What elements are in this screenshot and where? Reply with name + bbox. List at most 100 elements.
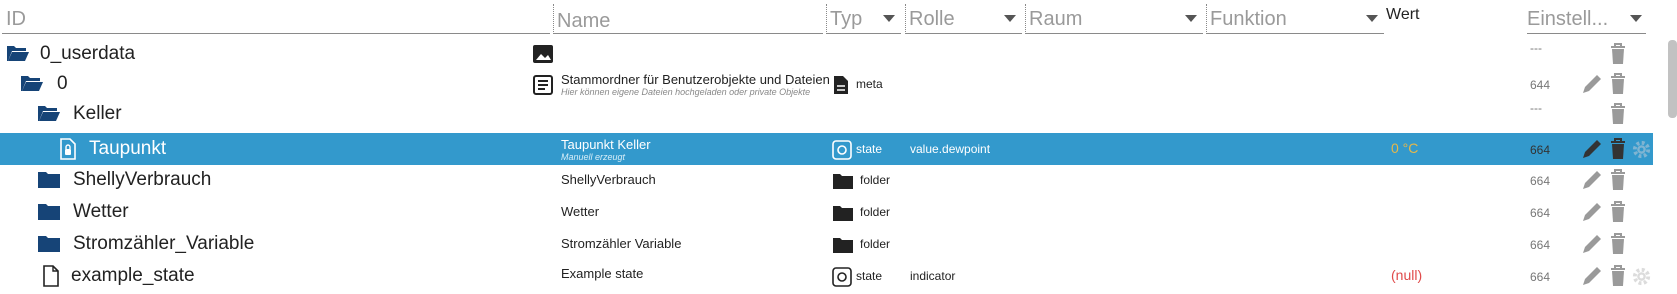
tree-node-label: Wetter [73, 201, 129, 222]
delete-icon[interactable] [1608, 72, 1628, 96]
type-label: state [856, 269, 883, 283]
column-header-bar: ID Name Typ Rolle Raum Funktion Wert Ein… [0, 0, 1660, 40]
rolle-filter-label: Rolle [909, 8, 955, 30]
delete-icon[interactable] [1608, 42, 1628, 66]
type-label: state [856, 142, 883, 156]
edit-icon[interactable] [1580, 264, 1602, 288]
rights-value: 644 [1530, 78, 1551, 92]
name-cell[interactable]: Stromzähler Variable [561, 236, 829, 251]
id-filter-label: ID [6, 8, 26, 30]
image-icon[interactable] [532, 44, 554, 64]
gear-icon[interactable] [1630, 265, 1653, 288]
tree-node-label: Keller [73, 103, 122, 124]
state-icon [832, 140, 852, 160]
state-icon [832, 267, 852, 287]
chevron-down-icon [1630, 15, 1642, 22]
rights-value: 664 [1530, 206, 1551, 220]
name-cell[interactable]: ShellyVerbrauch [561, 172, 829, 187]
tree-row-example-state[interactable]: example_state Example state state indica… [0, 260, 1653, 292]
delete-icon[interactable] [1608, 102, 1628, 126]
typ-filter-select[interactable]: Typ [826, 4, 901, 34]
state-value[interactable]: 0 °C [1391, 140, 1418, 156]
object-description: Manuell erzeugt [561, 152, 626, 162]
object-name: Stammordner für Benutzerobjekte und Date… [561, 72, 829, 87]
name-cell[interactable]: Stammordner für Benutzerobjekte und Date… [561, 72, 829, 98]
edit-icon[interactable] [1580, 137, 1602, 161]
tree-node-label: example_state [71, 265, 195, 286]
tree-row-wetter[interactable]: Wetter Wetter folder 664 [0, 196, 1653, 228]
file-icon [834, 76, 848, 94]
object-name: Stromzähler Variable [561, 236, 682, 251]
rights-value: 664 [1530, 270, 1551, 284]
type-label: meta [856, 77, 883, 91]
file-icon[interactable] [42, 265, 60, 287]
wert-column-header: Wert [1386, 6, 1420, 23]
typ-filter-label: Typ [830, 8, 863, 30]
edit-icon[interactable] [1580, 200, 1602, 224]
delete-icon[interactable] [1608, 137, 1628, 161]
rights-value: 664 [1530, 174, 1551, 188]
tree-row-taupunkt[interactable]: Taupunkt Taupunkt Keller Manuell erzeugt… [0, 133, 1653, 165]
role-label: value.dewpoint [910, 142, 991, 156]
tree-row-shellyverbrauch[interactable]: ShellyVerbrauch ShellyVerbrauch folder 6… [0, 164, 1653, 196]
chevron-down-icon [1366, 15, 1378, 22]
funktion-filter-label: Funktion [1210, 8, 1287, 30]
document-icon[interactable] [532, 74, 554, 96]
object-name: ShellyVerbrauch [561, 172, 656, 187]
name-filter-field[interactable]: Name [553, 4, 823, 34]
delete-icon[interactable] [1608, 232, 1628, 256]
tree-node-label: ShellyVerbrauch [73, 169, 212, 190]
edit-icon[interactable] [1580, 72, 1602, 96]
tree-row-stromzaehler-variable[interactable]: Stromzähler_Variable Stromzähler Variabl… [0, 228, 1653, 260]
name-cell[interactable]: Wetter [561, 204, 829, 219]
delete-icon[interactable] [1608, 200, 1628, 224]
delete-icon[interactable] [1608, 168, 1628, 192]
type-label: folder [860, 237, 891, 251]
object-name: Wetter [561, 204, 600, 219]
edit-icon[interactable] [1580, 168, 1602, 192]
name-filter-label: Name [557, 10, 611, 32]
folder-icon [833, 174, 853, 189]
name-cell[interactable]: Example state [561, 266, 829, 281]
tree-node-label: Taupunkt [89, 138, 167, 159]
rights-value: --- [1530, 41, 1542, 55]
object-name: Example state [561, 266, 644, 281]
id-filter-field[interactable]: ID [2, 4, 550, 34]
tree-node-label: 0 [57, 73, 68, 94]
folder-icon [833, 206, 853, 221]
settings-column-label: Einstell... [1527, 8, 1609, 30]
funktion-filter-select[interactable]: Funktion [1206, 4, 1384, 34]
tree-row-0-userdata[interactable]: 0_userdata --- [0, 38, 1653, 70]
type-label: folder [860, 173, 891, 187]
rights-value: --- [1530, 101, 1542, 115]
raum-filter-label: Raum [1029, 8, 1083, 30]
delete-icon[interactable] [1608, 264, 1628, 288]
raum-filter-select[interactable]: Raum [1025, 4, 1203, 34]
state-value[interactable]: (null) [1391, 267, 1422, 283]
folder-icon[interactable] [37, 201, 61, 221]
chevron-down-icon [883, 15, 895, 22]
object-name: Taupunkt Keller [561, 137, 651, 152]
rights-value: 664 [1530, 143, 1551, 157]
object-description: Hier können eigene Dateien hochgeladen o… [561, 87, 811, 97]
rolle-filter-select[interactable]: Rolle [905, 4, 1022, 34]
edit-icon[interactable] [1580, 232, 1602, 256]
folder-icon[interactable] [37, 169, 61, 189]
vertical-scrollbar[interactable] [1668, 40, 1677, 118]
role-label: indicator [910, 269, 956, 283]
name-cell[interactable]: Taupunkt Keller Manuell erzeugt [561, 137, 829, 163]
folder-icon [833, 238, 853, 253]
tree-row-keller[interactable]: Keller --- [0, 98, 1653, 130]
chevron-down-icon [1004, 15, 1016, 22]
folder-icon[interactable] [37, 233, 61, 253]
tree-node-label: 0_userdata [40, 43, 136, 64]
rights-value: 664 [1530, 238, 1551, 252]
chevron-down-icon [1185, 15, 1197, 22]
folder-open-icon[interactable] [20, 73, 44, 93]
tree-row-0[interactable]: 0 Stammordner für Benutzerobjekte und Da… [0, 68, 1653, 100]
settings-column-select[interactable]: Einstell... [1527, 4, 1646, 34]
gear-icon[interactable] [1630, 138, 1653, 161]
folder-open-icon[interactable] [37, 103, 61, 123]
folder-open-icon[interactable] [6, 43, 30, 63]
state-file-icon[interactable] [59, 138, 77, 160]
